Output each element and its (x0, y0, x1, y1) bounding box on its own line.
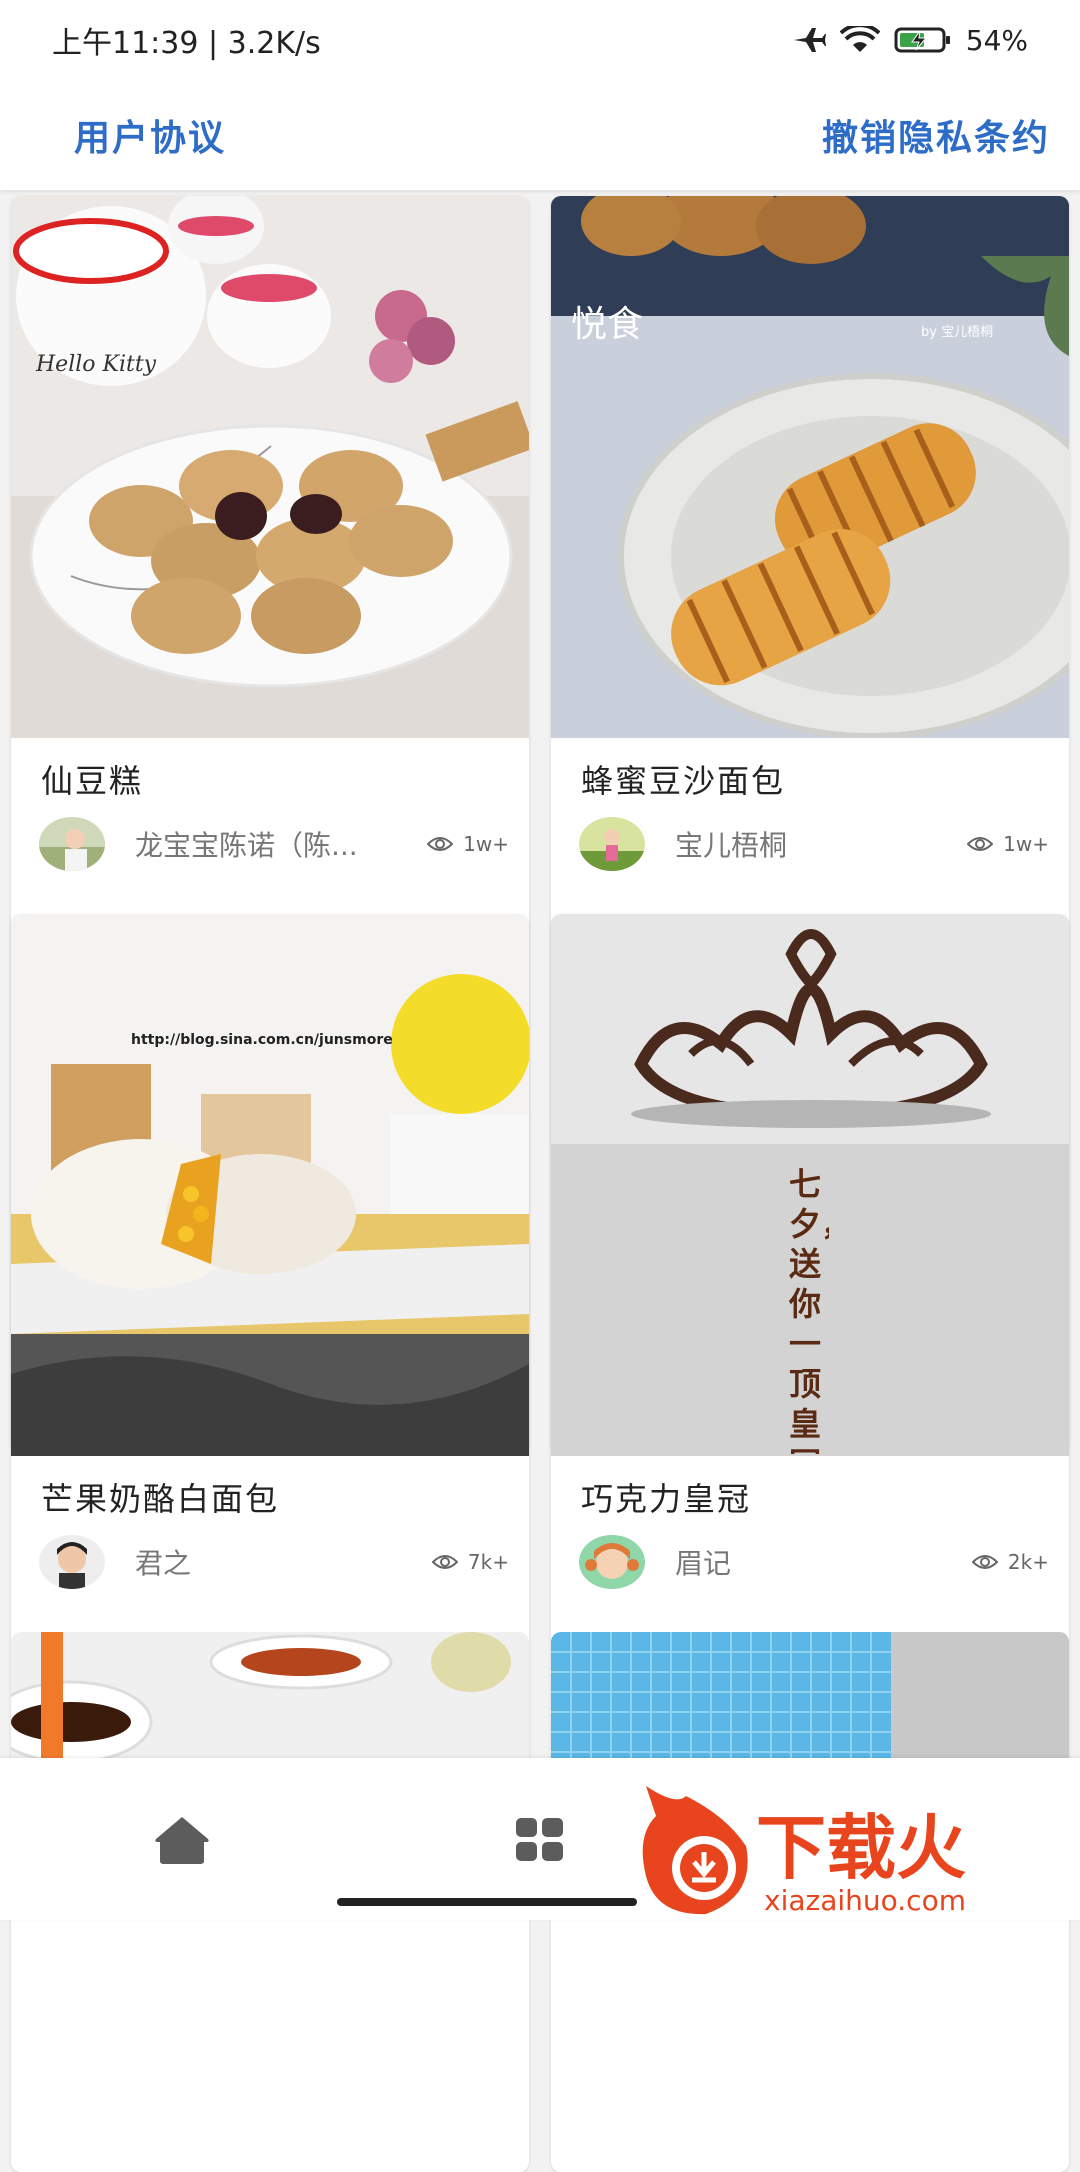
avatar[interactable] (579, 817, 645, 871)
recipe-photo: Hello Kitty (11, 196, 529, 738)
recipe-meta: 龙宝宝陈诺（陈... 1w+ (39, 816, 509, 872)
view-count: 1w+ (967, 832, 1049, 856)
recipe-title: 仙豆糕 (41, 762, 144, 800)
recipe-photo: http://blog.sina.com.cn/junsmore (11, 914, 529, 1456)
status-bar: 上午11:39 | 3.2K/s 54% (0, 0, 1080, 80)
wifi-icon (839, 26, 880, 52)
revoke-privacy-link[interactable]: 撤销隐私条约 (822, 109, 1050, 161)
eye-icon (427, 837, 454, 851)
airplane-icon (793, 28, 826, 52)
recipe-title: 蜂蜜豆沙面包 (581, 762, 786, 800)
eye-icon (431, 1555, 458, 1569)
photo-kitty-text: Hello Kitty (35, 352, 157, 377)
nav-category[interactable] (500, 1800, 580, 1880)
user-agreement-link[interactable]: 用户协议 (74, 109, 226, 161)
author-name: 宝儿梧桐 (675, 829, 788, 862)
author-name: 眉记 (675, 1547, 732, 1580)
view-count-text: 1w+ (463, 832, 509, 856)
recipe-title: 芒果奶酪白面包 (41, 1480, 280, 1518)
view-count: 1w+ (427, 832, 509, 856)
recipe-photo: 悦食 by 宝儿梧桐 (551, 196, 1069, 738)
eye-icon (967, 837, 994, 851)
view-count: 7k+ (431, 1550, 509, 1574)
avatar[interactable] (39, 817, 105, 871)
watermark-logo: 下载火 xiazaihuo.com (636, 1776, 1076, 1920)
author-name: 君之 (135, 1547, 192, 1580)
photo-yueshi-text: 悦食 (571, 304, 643, 345)
author-name: 龙宝宝陈诺（陈... (135, 829, 358, 862)
avatar[interactable] (579, 1535, 645, 1589)
recipe-card[interactable]: http://blog.sina.com.cn/junsmore 芒果奶酪白面包… (11, 914, 529, 2172)
view-count-text: 1w+ (1003, 832, 1049, 856)
watermark-url: xiazaihuo.com (764, 1884, 966, 1917)
recipe-card[interactable]: 七夕，送你一顶皇冠 巧克力皇冠 眉记 2k+ (551, 914, 1069, 2172)
view-count-text: 7k+ (467, 1550, 509, 1574)
gesture-handle[interactable] (337, 1898, 637, 1906)
nav-home[interactable] (142, 1800, 222, 1880)
recipe-title: 巧克力皇冠 (581, 1480, 752, 1518)
top-bar: 用户协议 撤销隐私条约 (0, 80, 1080, 190)
battery-percent: 54% (965, 23, 1028, 57)
category-icon (516, 1818, 563, 1861)
watermark-brand: 下载火 (756, 1807, 966, 1889)
view-count-text: 2k+ (1007, 1550, 1049, 1574)
avatar[interactable] (39, 1535, 105, 1589)
view-count: 2k+ (971, 1550, 1049, 1574)
photo-byline-text: by 宝儿梧桐 (921, 325, 993, 340)
recipe-meta: 宝儿梧桐 1w+ (579, 816, 1049, 872)
eye-icon (971, 1555, 998, 1569)
recipe-meta: 眉记 2k+ (579, 1534, 1049, 1590)
photo-qixi-text: 七夕，送你一顶皇冠 (789, 1165, 829, 1454)
status-time: 上午11:39 | 3.2K/s (52, 26, 321, 61)
photo-blog-text: http://blog.sina.com.cn/junsmore (131, 1032, 393, 1048)
recipe-photo: 七夕，送你一顶皇冠 (551, 914, 1069, 1456)
recipe-meta: 君之 7k+ (39, 1534, 509, 1590)
battery-icon (894, 27, 950, 53)
home-icon (155, 1817, 209, 1864)
status-icons: 54% (792, 24, 1028, 57)
